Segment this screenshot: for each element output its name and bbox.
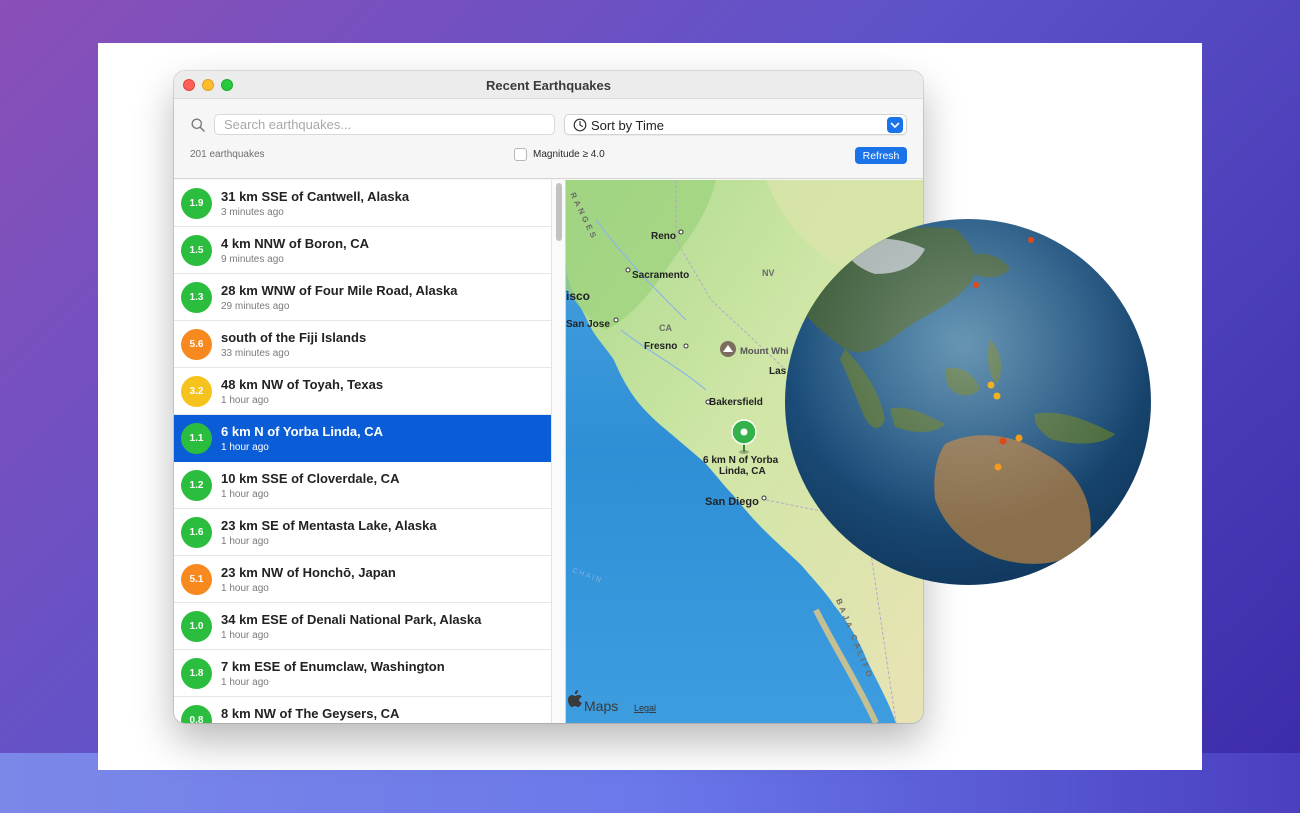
quake-place: 4 km NNW of Boron, CA (221, 236, 370, 251)
magnitude-badge: 5.1 (181, 564, 212, 595)
list-item[interactable]: 1.5 4 km NNW of Boron, CA 9 minutes ago (174, 227, 551, 274)
list-item[interactable]: 3.2 48 km NW of Toyah, Texas 1 hour ago (174, 368, 551, 415)
magnitude-badge: 1.3 (181, 282, 212, 313)
sort-select[interactable]: Sort by Time (564, 114, 907, 135)
list-item[interactable]: 1.6 23 km SE of Mentasta Lake, Alaska 1 ho… (174, 509, 551, 556)
quake-marker[interactable] (987, 381, 995, 389)
toolbar: Sort by Time 201 earthquakes Magnitude ≥… (174, 99, 923, 179)
quake-time: 1 hour ago (221, 442, 269, 453)
sort-label: Sort by Time (591, 118, 664, 133)
pin-label-line2: Linda, CA (719, 466, 766, 477)
quake-time: 1 hour ago (221, 677, 269, 688)
quake-time: 1 hour ago (221, 536, 269, 547)
map-label-nv: NV (762, 268, 775, 278)
scrollbar-thumb[interactable] (556, 183, 562, 241)
title-bar: Recent Earthquakes (174, 71, 923, 99)
quake-place: 6 km N of Yorba Linda, CA (221, 424, 384, 439)
list-item[interactable]: 1.3 28 km WNW of Four Mile Road, Alaska 29… (174, 274, 551, 321)
quake-marker[interactable] (973, 282, 979, 288)
quake-time: 1 hour ago (221, 489, 269, 500)
map-label-san-jose: San Jose (566, 319, 610, 330)
map-label-mount-whitney: Mount Whi (740, 346, 789, 357)
search-input[interactable] (214, 114, 555, 135)
magnitude-badge: 0.8 (181, 705, 212, 723)
quake-marker[interactable] (993, 392, 1001, 400)
quake-marker[interactable] (999, 437, 1007, 445)
map-label-fresno: Fresno (644, 341, 677, 352)
quake-time: 29 minutes ago (221, 301, 290, 312)
map-label-francisco: isco (566, 289, 590, 303)
list-item[interactable]: 1.9 31 km SSE of Cantwell, Alaska 3 minute… (174, 180, 551, 227)
globe-view[interactable] (785, 219, 1151, 585)
refresh-button[interactable]: Refresh (855, 147, 907, 164)
quake-place: 48 km NW of Toyah, Texas (221, 377, 384, 392)
search-icon (191, 118, 205, 132)
map-label-bakersfield: Bakersfield (709, 397, 763, 408)
magnitude-badge: 1.2 (181, 470, 212, 501)
quake-marker[interactable] (994, 463, 1002, 471)
list-item[interactable]: 1.0 34 km ESE of Denali National Park, Al… (174, 603, 551, 650)
quake-place: 34 km ESE of Denali National Park, Alask… (221, 612, 482, 627)
magnitude-filter-checkbox[interactable] (514, 148, 527, 161)
quake-place: 8 km NW of The Geysers, CA (221, 706, 400, 721)
map-label-sacramento: Sacramento (632, 270, 689, 281)
quake-time: 3 minutes ago (221, 207, 284, 218)
quake-marker[interactable] (1015, 434, 1023, 442)
magnitude-badge: 1.1 (181, 423, 212, 454)
magnitude-badge: 1.5 (181, 235, 212, 266)
quake-marker[interactable] (1028, 237, 1034, 243)
pin-label-line1: 6 km N of Yorba (703, 455, 779, 466)
quake-time: 33 minutes ago (221, 348, 290, 359)
quake-place: 31 km SSE of Cantwell, Alaska (221, 189, 410, 204)
map-label-san-diego: San Diego (705, 496, 759, 508)
list-item[interactable]: 1.2 10 km SSE of Cloverdale, CA 1 hour ago (174, 462, 551, 509)
quake-place: 23 km NW of Honchō, Japan (221, 565, 396, 580)
list-item[interactable]: 1.1 6 km N of Yorba Linda, CA 1 hour ago (174, 415, 551, 462)
quake-place: 7 km ESE of Enumclaw, Washington (221, 659, 445, 674)
chevron-down-icon (887, 117, 903, 133)
clock-icon (573, 118, 587, 132)
map-label-ca: CA (659, 323, 672, 333)
quake-place: 28 km WNW of Four Mile Road, Alaska (221, 283, 458, 298)
quake-place: 23 km SE of Mentasta Lake, Alaska (221, 518, 437, 533)
earthquake-list[interactable]: 1.9 31 km SSE of Cantwell, Alaska 3 minute… (174, 180, 551, 723)
window-title: Recent Earthquakes (486, 78, 611, 93)
quake-time: 9 minutes ago (221, 254, 284, 265)
quake-time: 1 hour ago (221, 583, 269, 594)
quake-time: 1 hour ago (221, 395, 269, 406)
list-scrollbar[interactable] (551, 180, 566, 723)
quake-time: 1 hour ago (221, 630, 269, 641)
magnitude-filter-label: Magnitude ≥ 4.0 (533, 149, 605, 160)
magnitude-badge: 5.6 (181, 329, 212, 360)
magnitude-badge: 1.8 (181, 658, 212, 689)
list-item[interactable]: 5.1 23 km NW of Honchō, Japan 1 hour ago (174, 556, 551, 603)
magnitude-badge: 1.6 (181, 517, 212, 548)
maps-wordmark: Maps (584, 698, 618, 714)
list-item[interactable]: 1.8 7 km ESE of Enumclaw, Washington 1 hou… (174, 650, 551, 697)
quake-place: south of the Fiji Islands (221, 330, 367, 345)
magnitude-badge: 3.2 (181, 376, 212, 407)
legal-link[interactable]: Legal (634, 703, 656, 713)
earthquake-count: 201 earthquakes (190, 149, 265, 160)
list-item[interactable]: 0.8 8 km NW of The Geysers, CA (174, 697, 551, 723)
quake-place: 10 km SSE of Cloverdale, CA (221, 471, 400, 486)
magnitude-badge: 1.0 (181, 611, 212, 642)
map-label-reno: Reno (651, 231, 676, 242)
magnitude-badge: 1.9 (181, 188, 212, 219)
list-item[interactable]: 5.6 south of the Fiji Islands 33 minutes a… (174, 321, 551, 368)
